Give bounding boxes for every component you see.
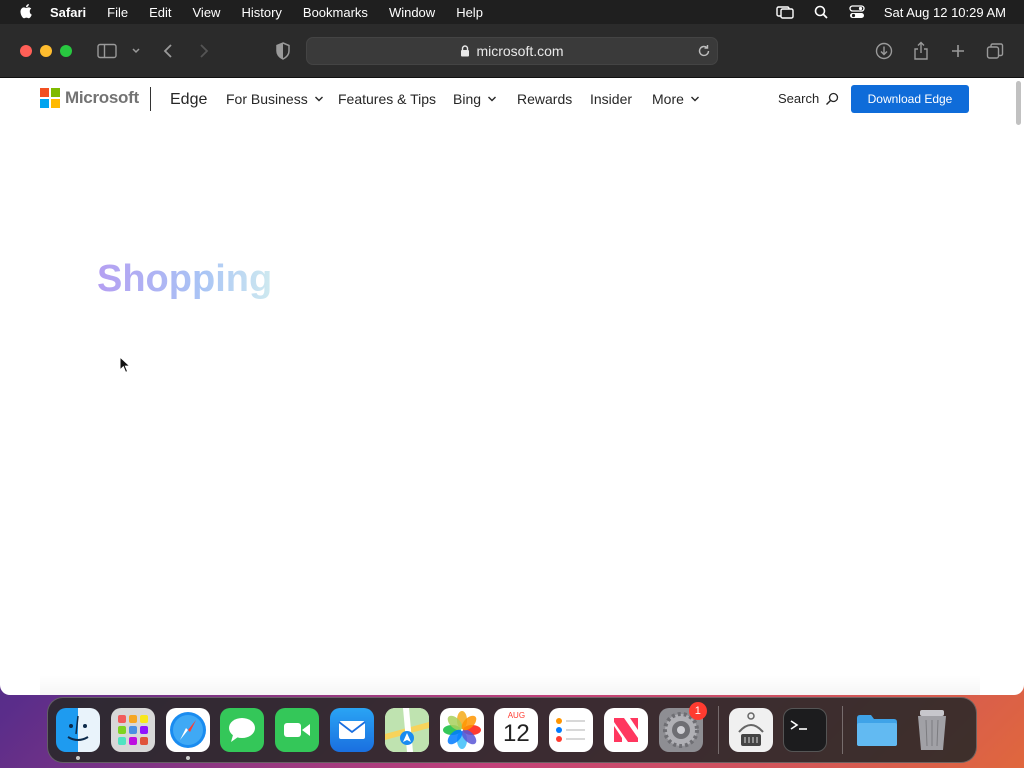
dock: AUG 12 1 bbox=[47, 697, 977, 763]
address-bar-url: microsoft.com bbox=[476, 43, 564, 59]
menu-help[interactable]: Help bbox=[456, 5, 483, 20]
safari-window: microsoft.com Microsoft Edge For Busines… bbox=[0, 24, 1024, 695]
microsoft-wordmark: Microsoft bbox=[65, 88, 139, 107]
safari-icon[interactable] bbox=[165, 708, 210, 760]
nav-insider[interactable]: Insider bbox=[590, 91, 632, 107]
microsoft-logo[interactable]: Microsoft bbox=[40, 88, 139, 108]
reminders-icon[interactable] bbox=[549, 708, 594, 752]
nav-features-tips[interactable]: Features & Tips bbox=[338, 91, 436, 107]
terminal-icon[interactable] bbox=[783, 708, 828, 752]
news-icon[interactable] bbox=[603, 708, 648, 752]
site-header: Microsoft Edge For Business Features & T… bbox=[0, 78, 1024, 120]
folder-icon[interactable] bbox=[855, 708, 899, 752]
menu-history[interactable]: History bbox=[241, 5, 281, 20]
reload-icon[interactable] bbox=[697, 44, 711, 58]
apple-menu-icon[interactable] bbox=[20, 4, 34, 20]
menu-file[interactable]: File bbox=[107, 5, 128, 20]
mail-icon[interactable] bbox=[329, 708, 374, 752]
share-icon[interactable] bbox=[911, 41, 931, 61]
menu-bar: Safari File Edit View History Bookmarks … bbox=[0, 0, 1024, 24]
nav-bing-label: Bing bbox=[453, 91, 482, 107]
mouse-pointer-icon bbox=[119, 355, 132, 374]
chevron-down-icon bbox=[690, 95, 700, 103]
tab-group-chevron-down-icon[interactable] bbox=[126, 41, 146, 61]
microsoft-squares-icon bbox=[40, 88, 60, 108]
nav-rewards[interactable]: Rewards bbox=[517, 91, 572, 107]
nav-bing[interactable]: Bing bbox=[453, 91, 497, 107]
nav-features-tips-label: Features & Tips bbox=[338, 91, 437, 107]
window-controls bbox=[20, 44, 72, 57]
dock-separator bbox=[842, 706, 844, 754]
calendar-day: 12 bbox=[503, 720, 530, 747]
system-settings-icon[interactable]: 1 bbox=[658, 702, 707, 752]
nav-divider bbox=[150, 87, 151, 111]
facetime-icon[interactable] bbox=[275, 708, 320, 752]
nav-insider-label: Insider bbox=[590, 91, 633, 107]
nav-more-label: More bbox=[652, 91, 684, 107]
zoom-window-button[interactable] bbox=[60, 44, 72, 57]
page-scrollbar-thumb[interactable] bbox=[1016, 81, 1021, 125]
downloads-icon[interactable] bbox=[874, 41, 894, 61]
page-content-fade bbox=[40, 675, 980, 695]
running-indicator bbox=[76, 756, 80, 760]
maps-icon[interactable] bbox=[384, 708, 429, 752]
site-search-label: Search bbox=[778, 91, 820, 106]
calendar-month: AUG bbox=[507, 711, 526, 720]
minimize-window-button[interactable] bbox=[40, 44, 52, 57]
menu-view[interactable]: View bbox=[193, 5, 221, 20]
menu-app-name[interactable]: Safari bbox=[50, 5, 86, 20]
launchpad-icon[interactable] bbox=[110, 708, 155, 752]
page-scrollbar[interactable] bbox=[1014, 104, 1022, 695]
menu-edit[interactable]: Edit bbox=[149, 5, 171, 20]
browser-toolbar: microsoft.com bbox=[0, 24, 1024, 78]
menu-bar-clock[interactable]: Sat Aug 12 10:29 AM bbox=[884, 5, 1006, 20]
forward-chevron-icon[interactable] bbox=[194, 41, 214, 61]
chevron-down-icon bbox=[487, 95, 497, 103]
back-chevron-icon[interactable] bbox=[158, 41, 178, 61]
nav-more[interactable]: More bbox=[652, 91, 700, 107]
trash-icon[interactable] bbox=[910, 708, 954, 752]
close-window-button[interactable] bbox=[20, 44, 32, 57]
privacy-shield-icon[interactable] bbox=[273, 41, 293, 61]
finder-icon[interactable] bbox=[56, 708, 100, 760]
menu-window[interactable]: Window bbox=[389, 5, 435, 20]
nav-for-business[interactable]: For Business bbox=[226, 91, 324, 107]
tab-overview-icon[interactable] bbox=[985, 41, 1005, 61]
chevron-down-icon bbox=[314, 95, 324, 103]
notification-badge: 1 bbox=[688, 702, 707, 720]
search-icon bbox=[825, 92, 839, 106]
edge-product-link[interactable]: Edge bbox=[170, 91, 207, 109]
sidebar-toggle-icon[interactable] bbox=[97, 41, 117, 61]
archive-utility-icon[interactable] bbox=[728, 708, 773, 752]
photos-icon[interactable] bbox=[439, 708, 484, 752]
download-edge-button[interactable]: Download Edge bbox=[851, 85, 969, 113]
hero-animated-word: Shopping bbox=[97, 258, 273, 300]
screen-mirroring-icon[interactable] bbox=[776, 5, 794, 19]
control-center-icon[interactable] bbox=[848, 5, 866, 19]
messages-icon[interactable] bbox=[220, 708, 265, 752]
calendar-icon[interactable]: AUG 12 bbox=[494, 708, 539, 752]
menu-bookmarks[interactable]: Bookmarks bbox=[303, 5, 368, 20]
running-indicator bbox=[185, 756, 190, 760]
spotlight-search-icon[interactable] bbox=[812, 5, 830, 19]
site-search-button[interactable]: Search bbox=[778, 91, 839, 106]
nav-rewards-label: Rewards bbox=[517, 91, 573, 107]
nav-for-business-label: For Business bbox=[226, 91, 308, 107]
new-tab-plus-icon[interactable] bbox=[948, 41, 968, 61]
lock-icon bbox=[460, 45, 470, 57]
dock-separator bbox=[717, 706, 719, 754]
address-bar[interactable]: microsoft.com bbox=[306, 37, 718, 65]
